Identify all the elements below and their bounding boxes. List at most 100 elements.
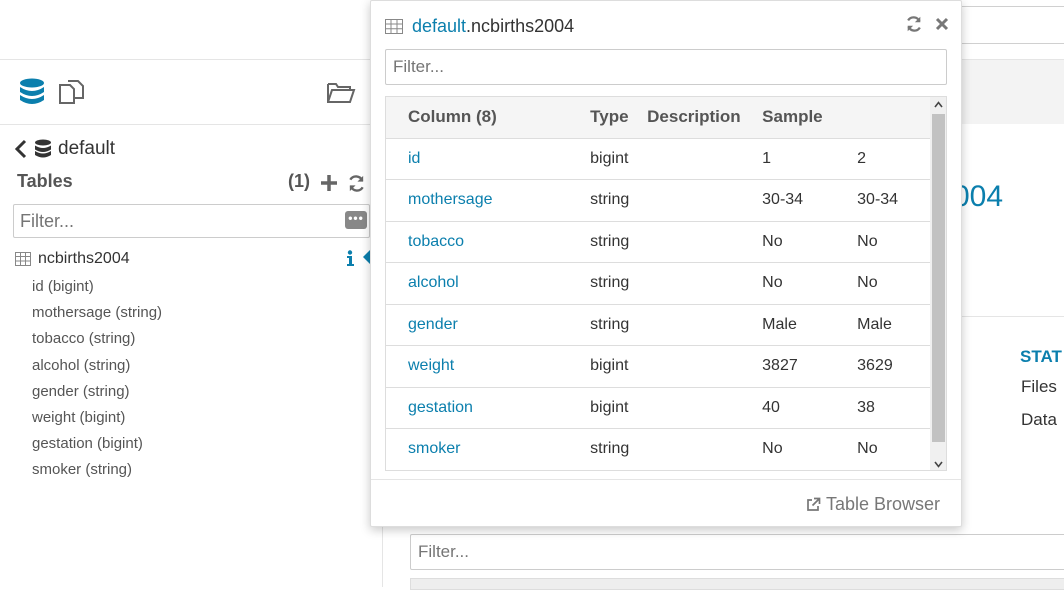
column-name-link[interactable]: smoker bbox=[408, 440, 460, 457]
more-options-icon[interactable]: ••• bbox=[345, 211, 367, 229]
columns-grid: Column (8) Type Description Sample id bi… bbox=[386, 97, 930, 470]
sample-value: Male bbox=[762, 304, 858, 346]
column-type: bigint bbox=[583, 138, 648, 180]
tables-count: (1) bbox=[288, 171, 310, 191]
column-type: string bbox=[583, 262, 648, 305]
sample-value: 40 bbox=[762, 387, 858, 429]
column-type: string bbox=[583, 428, 648, 470]
popover-table-name: .ncbirths2004 bbox=[466, 15, 575, 36]
column-header-column[interactable]: Column (8) bbox=[386, 97, 584, 139]
popover-filter-input[interactable] bbox=[385, 49, 947, 85]
table-row: id bigint 1 2 bbox=[386, 138, 930, 180]
refresh-icon[interactable] bbox=[347, 174, 366, 193]
column-name-link[interactable]: tobacco bbox=[408, 233, 464, 250]
stats-label: STAT bbox=[1020, 347, 1062, 366]
list-item[interactable]: tobacco (string) bbox=[32, 326, 162, 352]
sample-value: 3629 bbox=[857, 345, 930, 388]
column-header-description[interactable]: Description bbox=[647, 97, 763, 139]
close-icon[interactable] bbox=[935, 17, 949, 31]
table-row: mothersage string 30-34 30-34 bbox=[386, 179, 930, 222]
table-row: gestation bigint 40 38 bbox=[386, 387, 930, 429]
column-name-link[interactable]: gender bbox=[408, 316, 458, 333]
columns-filter-input[interactable] bbox=[410, 534, 1064, 570]
chevron-down-icon[interactable] bbox=[934, 461, 943, 468]
popover-actions bbox=[905, 15, 949, 33]
list-item[interactable]: weight (bigint) bbox=[32, 405, 162, 431]
scrollbar-thumb[interactable] bbox=[932, 114, 945, 442]
column-name-link[interactable]: mothersage bbox=[408, 191, 493, 208]
documents-icon[interactable] bbox=[58, 79, 86, 105]
left-assist-panel: default Tables (1) ••• ncbirths2004 id (… bbox=[0, 60, 383, 587]
column-type: string bbox=[583, 179, 648, 222]
sample-value: 30-34 bbox=[857, 179, 930, 222]
column-description bbox=[647, 221, 763, 263]
folder-open-icon[interactable] bbox=[326, 80, 356, 104]
column-description bbox=[647, 179, 763, 222]
list-item[interactable]: id (bigint) bbox=[32, 274, 162, 300]
table-name[interactable]: ncbirths2004 bbox=[38, 250, 130, 268]
list-item[interactable]: alcohol (string) bbox=[32, 353, 162, 379]
table-browser-link[interactable]: Table Browser bbox=[806, 494, 940, 515]
popover-title: default.ncbirths2004 bbox=[385, 14, 574, 38]
column-header-sample-2 bbox=[857, 97, 930, 139]
sample-value: 3827 bbox=[762, 345, 858, 388]
list-item[interactable]: gender (string) bbox=[32, 379, 162, 405]
column-name-link[interactable]: alcohol bbox=[408, 274, 459, 291]
column-header-type[interactable]: Type bbox=[583, 97, 648, 139]
plus-icon[interactable] bbox=[320, 174, 338, 192]
table-row: alcohol string No No bbox=[386, 262, 930, 305]
info-icon[interactable] bbox=[345, 250, 355, 266]
column-description bbox=[647, 304, 763, 346]
refresh-icon[interactable] bbox=[905, 15, 923, 33]
breadcrumb-database-name[interactable]: default bbox=[58, 138, 115, 160]
sample-value: 2 bbox=[857, 138, 930, 180]
list-item[interactable]: mothersage (string) bbox=[32, 300, 162, 326]
table-header-row: Column (8) Type Description Sample bbox=[386, 97, 930, 139]
sample-value: 30-34 bbox=[762, 179, 858, 222]
files-label: Files bbox=[1021, 377, 1057, 396]
column-description bbox=[647, 262, 763, 305]
table-header-strip bbox=[410, 578, 1064, 590]
sample-value: 1 bbox=[762, 138, 858, 180]
column-type: bigint bbox=[583, 345, 648, 388]
top-search-input[interactable] bbox=[958, 6, 1064, 44]
table-grid-icon bbox=[385, 18, 403, 34]
external-link-icon bbox=[806, 497, 821, 512]
vertical-scrollbar[interactable] bbox=[930, 97, 946, 470]
column-type: bigint bbox=[583, 387, 648, 429]
table-row: tobacco string No No bbox=[386, 221, 930, 263]
column-name-link[interactable]: id bbox=[408, 150, 420, 167]
database-icon[interactable] bbox=[19, 78, 45, 106]
sample-value: No bbox=[857, 428, 930, 470]
table-browser-label[interactable]: Table Browser bbox=[826, 494, 940, 515]
column-list: id (bigint) mothersage (string) tobacco … bbox=[32, 274, 162, 484]
chevron-up-icon[interactable] bbox=[934, 101, 943, 108]
sample-value: No bbox=[762, 262, 858, 305]
table-row: weight bigint 3827 3629 bbox=[386, 345, 930, 388]
assist-panel-tabs bbox=[0, 60, 383, 125]
sample-value: No bbox=[857, 221, 930, 263]
sample-value: 38 bbox=[857, 387, 930, 429]
divider bbox=[371, 479, 961, 480]
column-description bbox=[647, 387, 763, 429]
sample-value: No bbox=[857, 262, 930, 305]
sample-value: No bbox=[762, 428, 858, 470]
tables-filter-input[interactable] bbox=[13, 204, 370, 238]
breadcrumb[interactable]: default bbox=[14, 136, 115, 162]
data-label: Data bbox=[1021, 410, 1057, 429]
column-name-link[interactable]: gestation bbox=[408, 399, 473, 416]
table-row: smoker string No No bbox=[386, 428, 930, 470]
table-item-ncbirths2004[interactable]: ncbirths2004 bbox=[15, 249, 130, 269]
column-header-sample[interactable]: Sample bbox=[762, 97, 858, 139]
column-type: string bbox=[583, 221, 648, 263]
table-grid-icon bbox=[15, 252, 31, 266]
list-item[interactable]: gestation (bigint) bbox=[32, 431, 162, 457]
sample-value: Male bbox=[857, 304, 930, 346]
column-name-link[interactable]: weight bbox=[408, 357, 454, 374]
popover-database-link[interactable]: default bbox=[412, 16, 466, 36]
list-item[interactable]: smoker (string) bbox=[32, 457, 162, 483]
column-description bbox=[647, 138, 763, 180]
chevron-left-icon[interactable] bbox=[14, 139, 28, 159]
column-type: string bbox=[583, 304, 648, 346]
table-details-popover: default.ncbirths2004 Column (8) Type Des… bbox=[370, 0, 962, 527]
